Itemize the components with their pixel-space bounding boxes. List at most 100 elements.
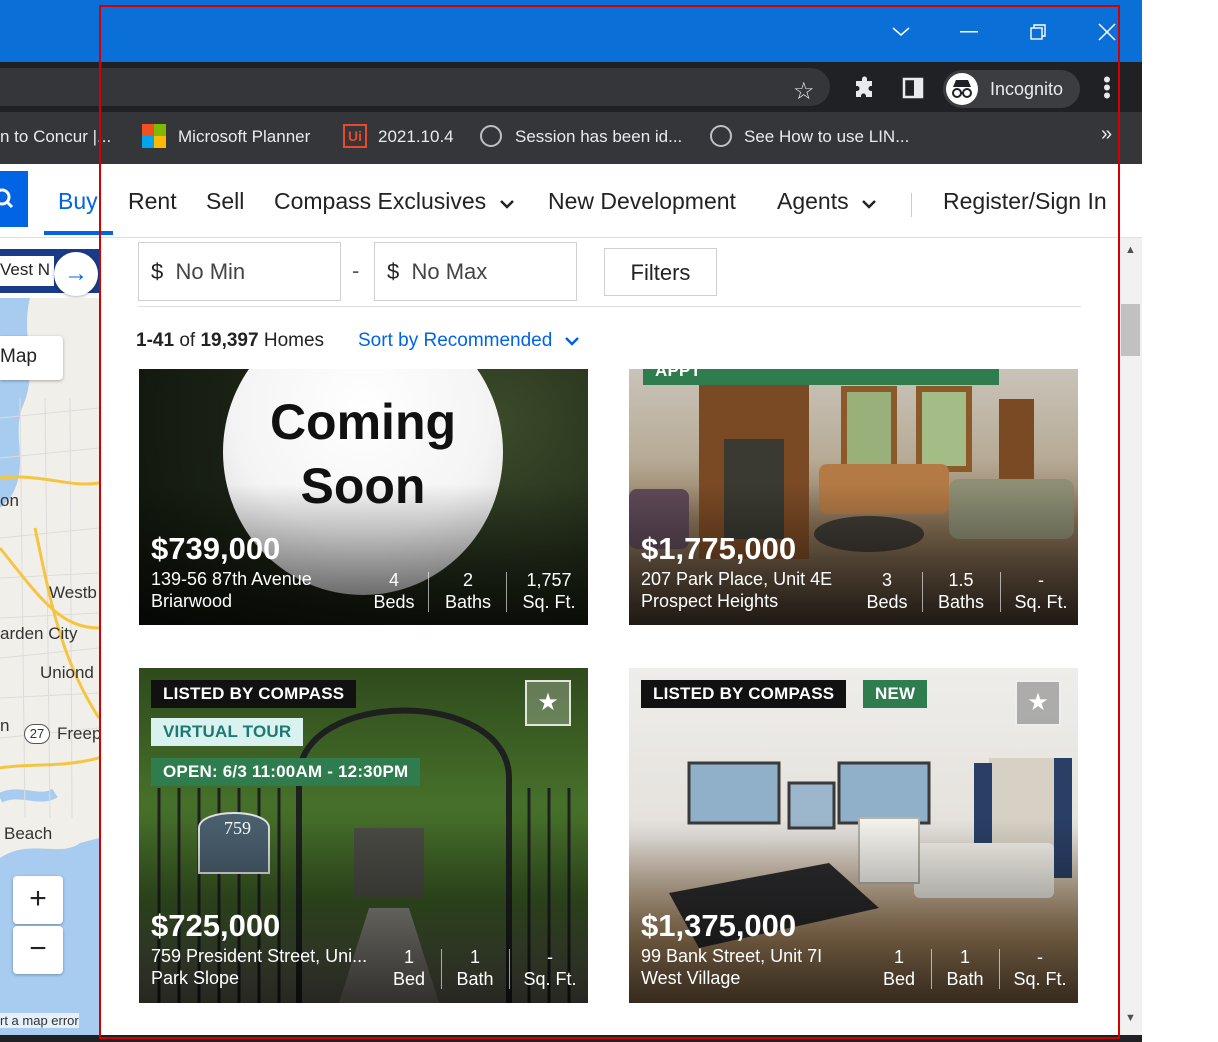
favorite-star-button[interactable]: ★	[525, 680, 571, 726]
new-badge: NEW	[863, 680, 928, 708]
beds-label: Beds	[866, 592, 908, 612]
listing-beds: 3 Beds	[862, 569, 912, 613]
sqft-value: 1,757	[526, 570, 572, 590]
listing-baths: 1.5 Baths	[932, 569, 990, 613]
minimize-icon[interactable]	[955, 18, 983, 46]
listing-card[interactable]: Coming Soon $739,000 139-56 87th Avenue …	[139, 369, 588, 625]
location-input[interactable]: Vest N	[0, 256, 54, 286]
max-price-placeholder: No Max	[411, 259, 488, 284]
bookmark-session[interactable]: Session has been id...	[515, 127, 682, 147]
results-total: 19,397	[200, 330, 259, 351]
nav-agents-label: Agents	[777, 188, 849, 214]
listing-sqft: - Sq. Ft.	[519, 946, 581, 990]
min-price-placeholder: No Min	[175, 259, 246, 284]
address-bar[interactable]	[0, 68, 830, 106]
map-label: on	[0, 491, 19, 510]
incognito-indicator[interactable]: Incognito	[943, 70, 1080, 108]
bookmarks-overflow-icon[interactable]: »	[1101, 123, 1112, 146]
listing-neighborhood: Briarwood	[151, 591, 233, 611]
scrollbar-thumb[interactable]	[1121, 304, 1140, 356]
restore-icon[interactable]	[1024, 18, 1052, 46]
nav-new-development[interactable]: New Development	[548, 188, 736, 215]
uipath-icon: Ui	[343, 124, 367, 148]
map-label: Freep	[57, 724, 99, 743]
filters-button[interactable]: Filters	[604, 248, 717, 296]
min-currency-symbol: $	[151, 259, 164, 284]
beds-value: 1	[403, 947, 414, 967]
favorite-star-button[interactable]: ★	[1015, 680, 1061, 726]
listing-card[interactable]: LISTED BY COMPASS NEW ★ $1,375,000 99 Ba…	[629, 668, 1078, 1003]
baths-value: 1.5	[948, 570, 974, 590]
side-panel-icon[interactable]	[901, 76, 925, 105]
listing-card[interactable]: APPT $1,775,000 207 Park Place, Unit 4E …	[629, 369, 1078, 625]
nav-compass-exclusives-label: Compass Exclusives	[274, 188, 487, 214]
scroll-down-icon[interactable]: ▼	[1125, 1012, 1136, 1024]
zoom-in-button[interactable]: +	[13, 876, 63, 924]
tab-search-chevron-icon[interactable]	[887, 18, 915, 46]
incognito-label: Incognito	[990, 79, 1064, 99]
baths-label: Baths	[937, 592, 985, 612]
listing-baths: 1 Bath	[451, 946, 499, 990]
listing-card[interactable]: 759 LISTED BY COMPASS VIRTUAL TOUR OPEN:…	[139, 668, 588, 1003]
min-price-input[interactable]: $ No Min	[138, 242, 341, 301]
baths-value: 2	[462, 570, 473, 590]
extensions-icon[interactable]	[853, 76, 877, 105]
listed-by-compass-badge: LISTED BY COMPASS	[641, 680, 847, 708]
bookmarks-bar: n to Concur |... Microsoft Planner Ui 20…	[0, 112, 1142, 164]
stat-divider	[1000, 572, 1001, 612]
close-icon[interactable]	[1093, 18, 1121, 46]
beds-label: Bed	[392, 969, 426, 989]
window-titlebar	[0, 0, 1142, 62]
sort-dropdown[interactable]: Sort by Recommended	[358, 330, 580, 352]
microsoft-planner-icon	[142, 124, 166, 148]
map-label: Beach	[4, 824, 53, 843]
nav-buy[interactable]: Buy	[58, 188, 98, 215]
site-nav: Buy Rent Sell Compass Exclusives New Dev…	[0, 164, 1142, 238]
listing-price: $725,000	[151, 908, 281, 943]
map-label: arden City	[0, 624, 78, 643]
bookmark-linkedin[interactable]: See How to use LIN...	[744, 127, 909, 147]
browser-menu-icon[interactable]: • • •	[1100, 69, 1114, 107]
baths-value: 1	[959, 947, 970, 967]
scroll-up-icon[interactable]: ▲	[1125, 244, 1136, 256]
search-button[interactable]	[0, 171, 28, 227]
max-currency-symbol: $	[387, 259, 400, 284]
bookmark-uipath[interactable]: 2021.10.4	[378, 127, 454, 147]
nav-compass-exclusives[interactable]: Compass Exclusives	[274, 188, 515, 215]
globe-icon	[480, 125, 502, 147]
listing-price: $1,375,000	[641, 908, 797, 943]
listing-badge: APPT	[643, 369, 999, 385]
bookmark-microsoft-planner[interactable]: Microsoft Planner	[178, 127, 310, 147]
report-map-error-link[interactable]: rt a map error	[0, 1013, 79, 1028]
nav-sell[interactable]: Sell	[206, 188, 244, 215]
location-search-arrow-icon[interactable]: →	[54, 252, 98, 296]
results-scrollbar[interactable]: ▲ ▼	[1119, 238, 1142, 1035]
incognito-icon	[946, 73, 978, 105]
map-label: Westb	[49, 583, 97, 602]
listing-address: 99 Bank Street, Unit 7I	[641, 946, 823, 966]
nav-divider	[911, 193, 912, 217]
listing-beds: 1 Bed	[879, 946, 919, 990]
beds-label: Beds	[373, 592, 415, 612]
beds-label: Bed	[882, 969, 916, 989]
filters-divider	[138, 306, 1081, 307]
listing-neighborhood: Prospect Heights	[641, 591, 779, 611]
listing-neighborhood: Park Slope	[151, 968, 240, 988]
virtual-tour-badge: VIRTUAL TOUR	[151, 718, 304, 746]
bookmark-concur[interactable]: n to Concur |...	[0, 127, 111, 147]
max-price-input[interactable]: $ No Max	[374, 242, 577, 301]
bookmark-star-icon[interactable]: ☆	[793, 77, 815, 106]
nav-rent[interactable]: Rent	[128, 188, 177, 215]
listing-price: $1,775,000	[641, 531, 797, 566]
beds-value: 3	[881, 570, 892, 590]
map-toggle-button[interactable]: Map	[0, 336, 63, 380]
register-sign-in-link[interactable]: Register/Sign In	[943, 188, 1107, 215]
baths-label: Bath	[946, 969, 984, 989]
beds-value: 4	[388, 570, 399, 590]
zoom-out-button[interactable]: −	[13, 926, 63, 974]
nav-agents[interactable]: Agents	[777, 188, 877, 215]
listing-neighborhood: West Village	[641, 968, 741, 988]
results-unit: Homes	[263, 330, 325, 351]
baths-label: Baths	[444, 592, 492, 612]
listing-baths: 1 Bath	[941, 946, 989, 990]
